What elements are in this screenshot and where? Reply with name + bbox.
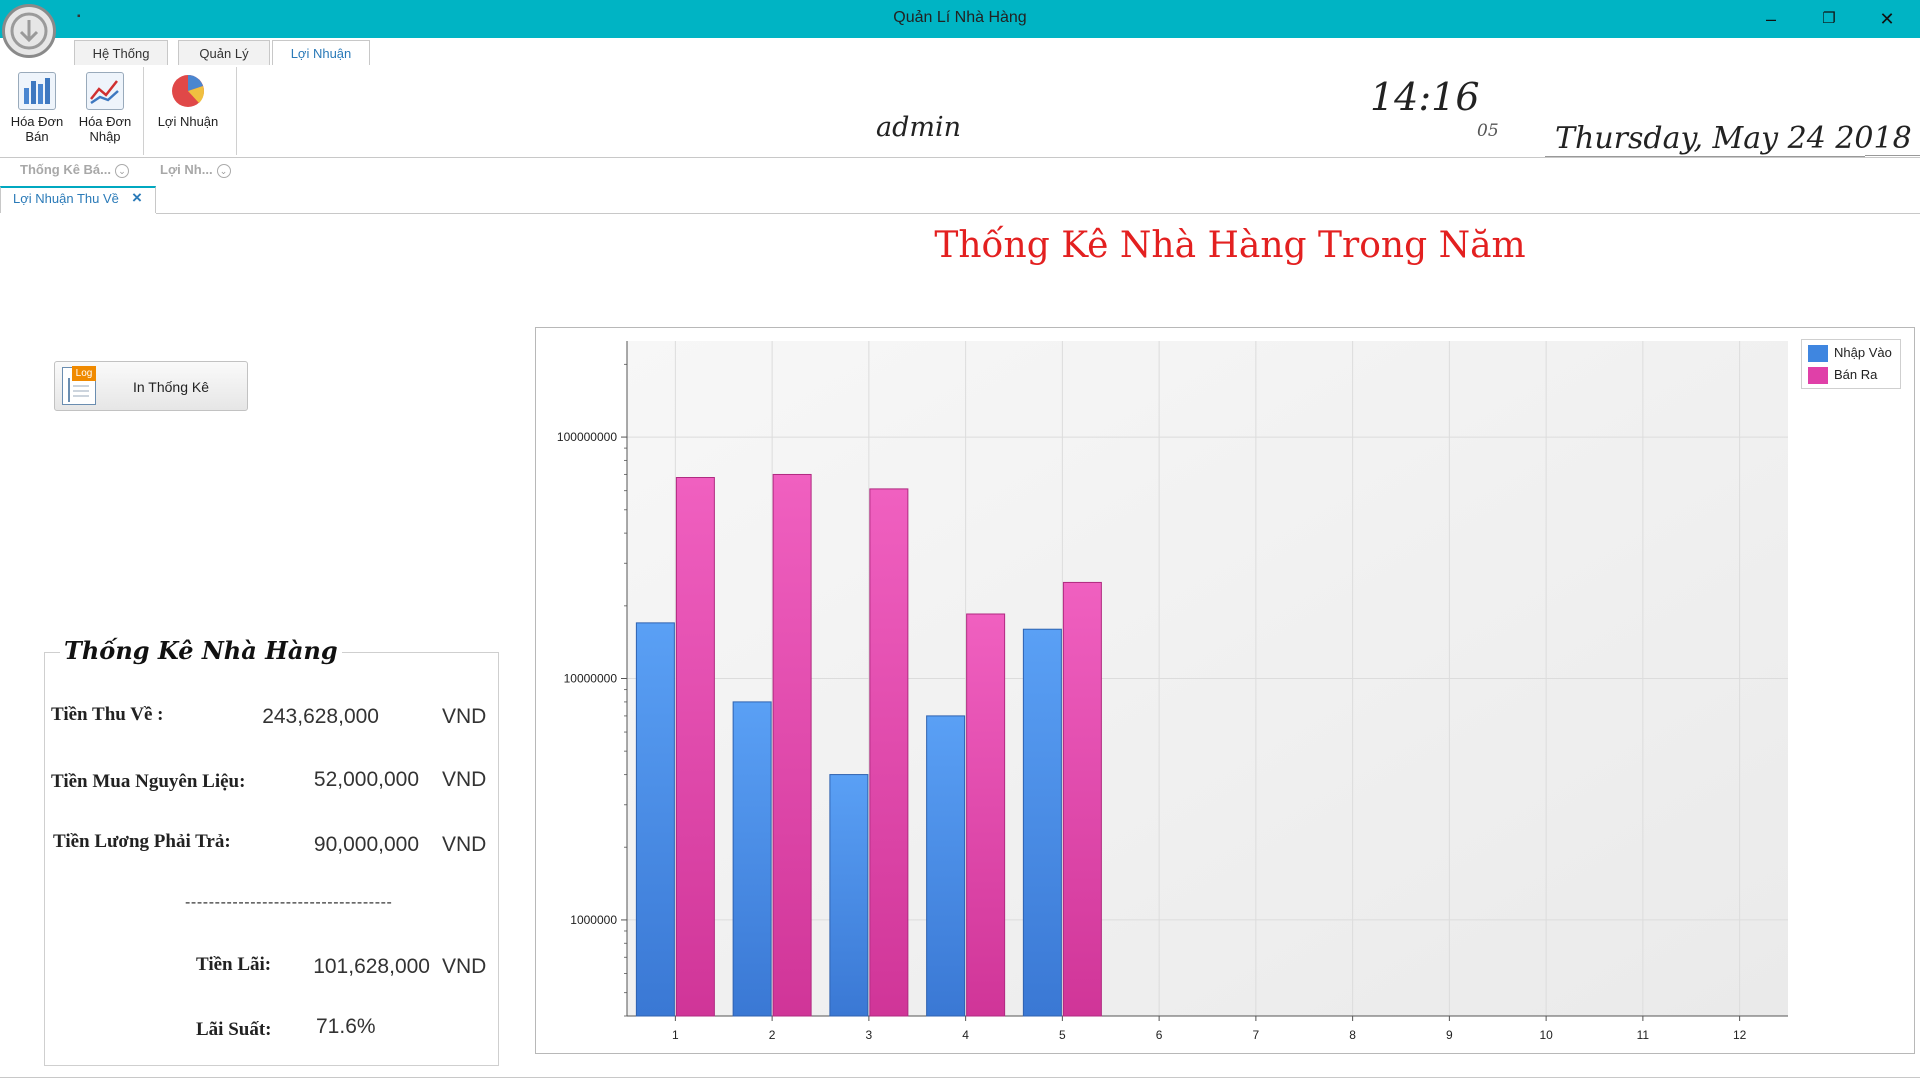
date-underline: [1545, 156, 1865, 157]
bar-nhap-vao-3: [829, 774, 869, 1017]
bar-nhap-vao-1: [635, 622, 675, 1017]
hoa-don-ban-label-2: Bán: [25, 129, 49, 144]
salary-unit: VND: [442, 833, 487, 856]
loi-nhuan-button[interactable]: Lợi Nhuận: [152, 70, 224, 129]
clock-seconds: 05: [1477, 121, 1499, 141]
statistics-title: Thống Kê Nhà Hàng: [60, 636, 342, 665]
bottom-border: [0, 1077, 1920, 1078]
ribbon-group-loi-nhuan[interactable]: Lợi Nh... ⌄: [160, 162, 231, 178]
download-arrow-icon: [10, 12, 48, 50]
hoa-don-ban-button[interactable]: Hóa Đơn Bán: [6, 70, 68, 144]
x-tick-label: 3: [866, 1028, 873, 1042]
legend-item-nhap-vao: Nhập Vào: [1808, 345, 1892, 363]
profit-label: Tiền Lãi:: [196, 954, 272, 975]
profit-unit: VND: [442, 955, 487, 978]
current-user: admin: [876, 112, 962, 143]
profit-value: 101,628,000: [313, 955, 430, 978]
ingredient-cost-unit: VND: [442, 768, 487, 791]
ribbon-group-thong-ke[interactable]: Thống Kê Bá... ⌄: [20, 162, 129, 178]
salary-label: Tiền Lương Phải Trả:: [53, 831, 231, 852]
revenue-value: 243,628,000: [262, 705, 379, 728]
hoa-don-ban-label-1: Hóa Đơn: [10, 114, 64, 129]
x-tick-label: 2: [769, 1028, 776, 1042]
ingredient-cost-label: Tiền Mua Nguyên Liệu:: [51, 771, 246, 792]
bar-nhap-vao-2: [732, 701, 772, 1017]
x-tick-label: 8: [1349, 1028, 1356, 1042]
revenue-unit: VND: [442, 705, 487, 728]
print-statistics-label[interactable]: In Thống Kê: [96, 379, 246, 395]
x-tick-label: 10: [1539, 1028, 1553, 1042]
pie-chart-icon: [169, 72, 207, 110]
profit-chart: 1000000100000001000000001 2 3 4 5 6 7 8 9 10 11 12: [557, 341, 1788, 1042]
bar-chart-icon: [18, 72, 56, 110]
x-tick-label: 11: [1637, 1028, 1650, 1042]
profit-rate-label: Lãi Suất:: [196, 1019, 272, 1040]
application-menu-button[interactable]: [2, 4, 56, 58]
x-tick-label: 5: [1059, 1028, 1066, 1042]
hoa-don-nhap-button[interactable]: Hóa Đơn Nhập: [74, 70, 136, 144]
x-tick-label: 7: [1253, 1028, 1260, 1042]
x-tick-label: 6: [1156, 1028, 1163, 1042]
legend-swatch: [1808, 345, 1828, 363]
bar-nhap-vao-5: [1022, 628, 1062, 1017]
y-tick-label: 100000000: [557, 430, 617, 444]
expand-group-icon[interactable]: ⌄: [115, 163, 129, 178]
ingredient-cost-value: 52,000,000: [313, 768, 419, 791]
minimize-button[interactable]: –: [1742, 0, 1800, 38]
restore-button[interactable]: ❐: [1800, 0, 1858, 38]
y-tick-label: 1000000: [570, 913, 617, 927]
separator-line: -----------------------------------: [185, 894, 393, 911]
quick-access-dropdown[interactable]: ▪: [77, 11, 81, 22]
bar-ban-ra-2: [772, 473, 812, 1017]
tab-loi-nhuan[interactable]: Lợi Nhuận: [272, 40, 370, 67]
y-tick-label: 10000000: [564, 672, 618, 686]
close-tab-icon[interactable]: ×: [132, 188, 142, 208]
tab-he-thong[interactable]: Hệ Thống: [74, 40, 168, 65]
legend-label: Bán Ra: [1834, 367, 1878, 382]
page-title: Thống Kê Nhà Hàng Trong Năm: [934, 225, 1526, 266]
loi-nhuan-label: Lợi Nhuận: [157, 114, 219, 129]
ribbon-group-divider: [143, 67, 144, 155]
document-tab-label[interactable]: Lợi Nhuận Thu Về: [13, 191, 119, 206]
tab-quan-ly[interactable]: Quản Lý: [178, 40, 270, 65]
bar-ban-ra-3: [869, 488, 909, 1017]
legend-swatch: [1808, 367, 1828, 385]
window-title: Quản Lí Nhà Hàng: [893, 9, 1027, 26]
clock-time: 14:16: [1370, 75, 1480, 119]
close-button[interactable]: ✕: [1858, 0, 1916, 38]
revenue-label: Tiền Thu Về :: [51, 704, 164, 725]
bar-nhap-vao-4: [926, 715, 966, 1017]
line-chart-icon: [86, 72, 124, 110]
log-tag: Log: [72, 366, 96, 381]
x-tick-label: 9: [1446, 1028, 1453, 1042]
group-label: Thống Kê Bá...: [20, 162, 111, 177]
bar-ban-ra-5: [1062, 581, 1102, 1017]
bar-ban-ra-1: [675, 477, 715, 1017]
x-tick-label: 4: [962, 1028, 969, 1042]
bar-ban-ra-4: [966, 613, 1006, 1017]
legend-label: Nhập Vào: [1834, 345, 1892, 360]
salary-value: 90,000,000: [313, 833, 419, 856]
tab-divider: [156, 213, 1920, 214]
expand-group-icon[interactable]: ⌄: [216, 163, 231, 178]
legend-item-ban-ra: Bán Ra: [1808, 367, 1878, 385]
hoa-don-nhap-label-2: Nhập: [89, 129, 121, 144]
x-tick-label: 1: [672, 1028, 679, 1042]
current-date: Thursday, May 24 2018: [1555, 121, 1912, 156]
chart-legend: Nhập Vào Bán Ra: [1801, 339, 1901, 389]
profit-rate-value: 71.6%: [316, 1015, 376, 1038]
group-label: Lợi Nh...: [160, 162, 213, 177]
x-tick-label: 12: [1733, 1028, 1747, 1042]
ribbon-group-divider: [236, 67, 237, 155]
date-underline: [1865, 155, 1920, 156]
hoa-don-nhap-label-1: Hóa Đơn: [78, 114, 132, 129]
